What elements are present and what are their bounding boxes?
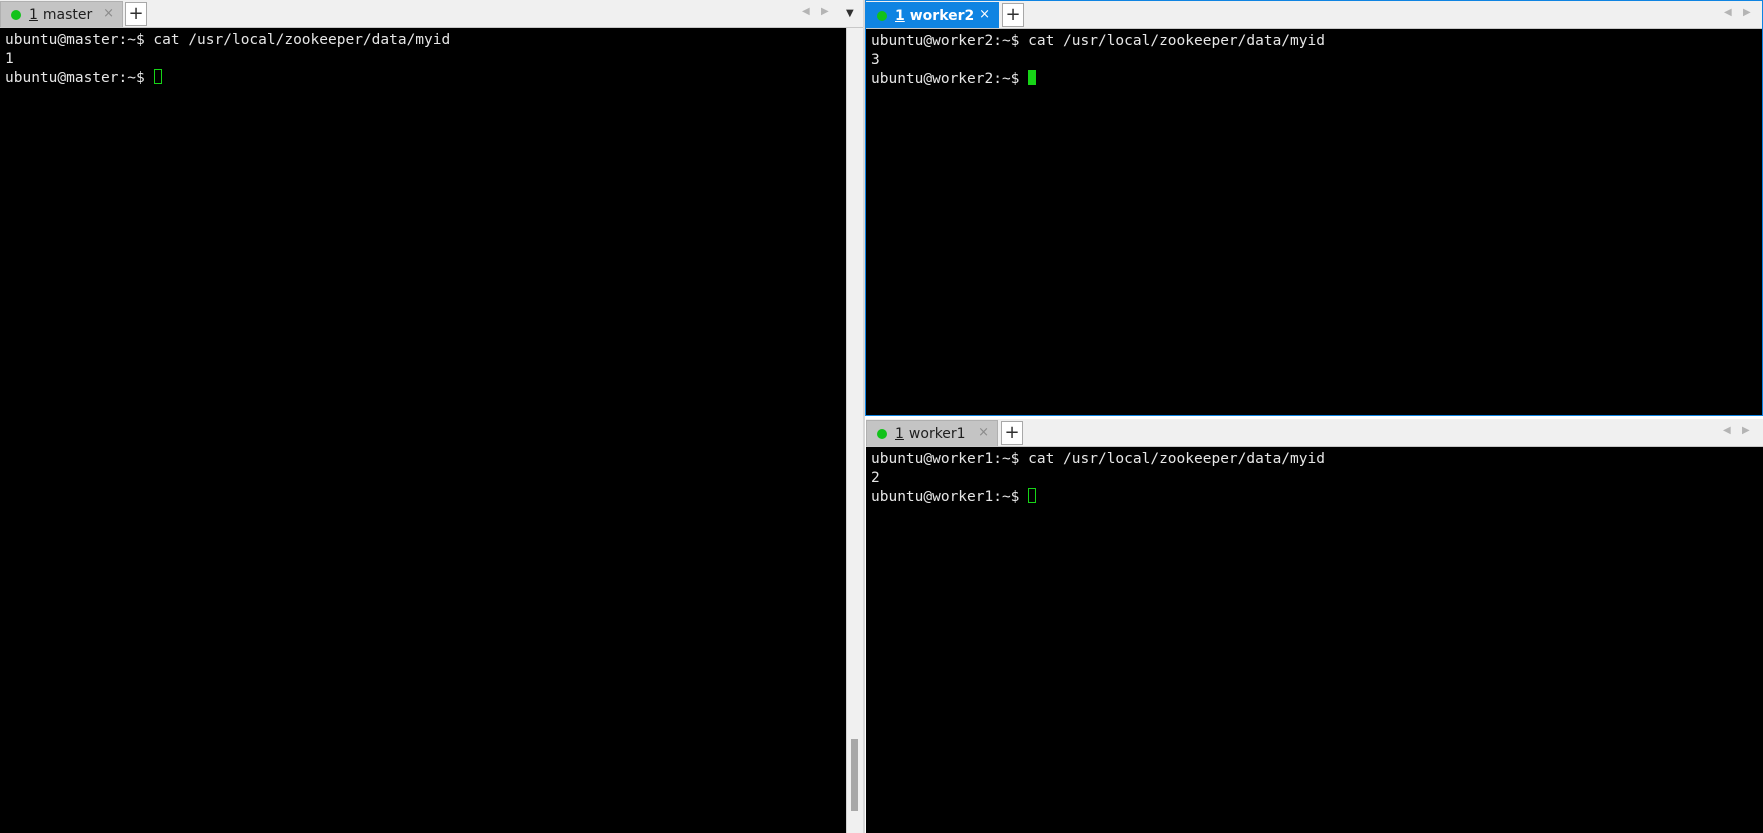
chevron-right-icon[interactable]: ▶ bbox=[1742, 425, 1750, 436]
terminal-pane-worker2: 1 worker2 × + ◀ ▶ ubuntu@worker2:~$ cat … bbox=[865, 0, 1763, 416]
terminal-output[interactable]: ubuntu@worker2:~$ cat /usr/local/zookeep… bbox=[866, 29, 1762, 415]
terminal-output[interactable]: ubuntu@worker1:~$ cat /usr/local/zookeep… bbox=[866, 447, 1763, 833]
terminal-line: ubuntu@worker1:~$ cat /usr/local/zookeep… bbox=[871, 451, 1325, 467]
status-dot-icon bbox=[11, 9, 21, 20]
close-icon[interactable]: × bbox=[103, 6, 114, 21]
vertical-scrollbar[interactable] bbox=[846, 28, 863, 833]
tab-number: 1 bbox=[895, 425, 904, 442]
chevron-right-icon[interactable]: ▶ bbox=[1743, 7, 1751, 18]
terminal-line: 3 bbox=[871, 52, 880, 68]
terminal-cursor bbox=[1028, 488, 1037, 503]
terminal-prompt: ubuntu@worker2:~$ bbox=[871, 71, 1020, 87]
terminal-line: 2 bbox=[871, 470, 880, 486]
chevron-left-icon[interactable]: ◀ bbox=[1723, 425, 1731, 436]
terminal-cursor bbox=[1028, 70, 1037, 85]
terminal-cursor bbox=[153, 69, 162, 84]
chevron-left-icon[interactable]: ◀ bbox=[1724, 7, 1732, 18]
scrollbar-thumb[interactable] bbox=[851, 739, 858, 811]
terminal-line: 1 bbox=[5, 51, 14, 67]
terminal-output[interactable]: ubuntu@master:~$ cat /usr/local/zookeepe… bbox=[0, 28, 846, 833]
terminal-pane-worker1: 1 worker1 × + ◀ ▶ ubuntu@worker1:~$ cat … bbox=[866, 419, 1763, 833]
terminal-line: ubuntu@worker2:~$ cat /usr/local/zookeep… bbox=[871, 33, 1325, 49]
tab-master[interactable]: 1 master × bbox=[0, 1, 123, 27]
status-dot-icon bbox=[877, 10, 887, 21]
close-icon[interactable]: × bbox=[978, 425, 989, 440]
tab-number: 1 bbox=[29, 6, 38, 23]
tab-worker2[interactable]: 1 worker2 × bbox=[866, 2, 999, 28]
terminal-prompt: ubuntu@worker1:~$ bbox=[871, 489, 1020, 505]
tab-bar: 1 master × + ◀ ▶ ▼ bbox=[0, 0, 863, 28]
status-dot-icon bbox=[877, 428, 887, 439]
chevron-right-icon[interactable]: ▶ bbox=[821, 6, 829, 17]
tab-number: 1 bbox=[895, 7, 905, 24]
terminal-line: ubuntu@master:~$ cat /usr/local/zookeepe… bbox=[5, 32, 451, 48]
chevron-left-icon[interactable]: ◀ bbox=[802, 6, 810, 17]
tab-bar: 1 worker1 × + ◀ ▶ bbox=[866, 419, 1763, 447]
tab-label: master bbox=[42, 6, 93, 23]
terminal-prompt: ubuntu@master:~$ bbox=[5, 70, 145, 86]
tab-label: worker2 bbox=[909, 7, 975, 24]
tab-worker1[interactable]: 1 worker1 × bbox=[866, 420, 998, 446]
tab-bar: 1 worker2 × + ◀ ▶ bbox=[866, 1, 1762, 29]
tab-label: worker1 bbox=[908, 425, 966, 442]
add-tab-button[interactable]: + bbox=[125, 2, 147, 26]
chevron-down-icon[interactable]: ▼ bbox=[846, 8, 854, 19]
add-tab-button[interactable]: + bbox=[1002, 3, 1024, 27]
add-tab-button[interactable]: + bbox=[1001, 421, 1023, 445]
terminal-pane-master: 1 master × + ◀ ▶ ▼ ubuntu@master:~$ cat … bbox=[0, 0, 863, 833]
close-icon[interactable]: × bbox=[979, 7, 990, 22]
